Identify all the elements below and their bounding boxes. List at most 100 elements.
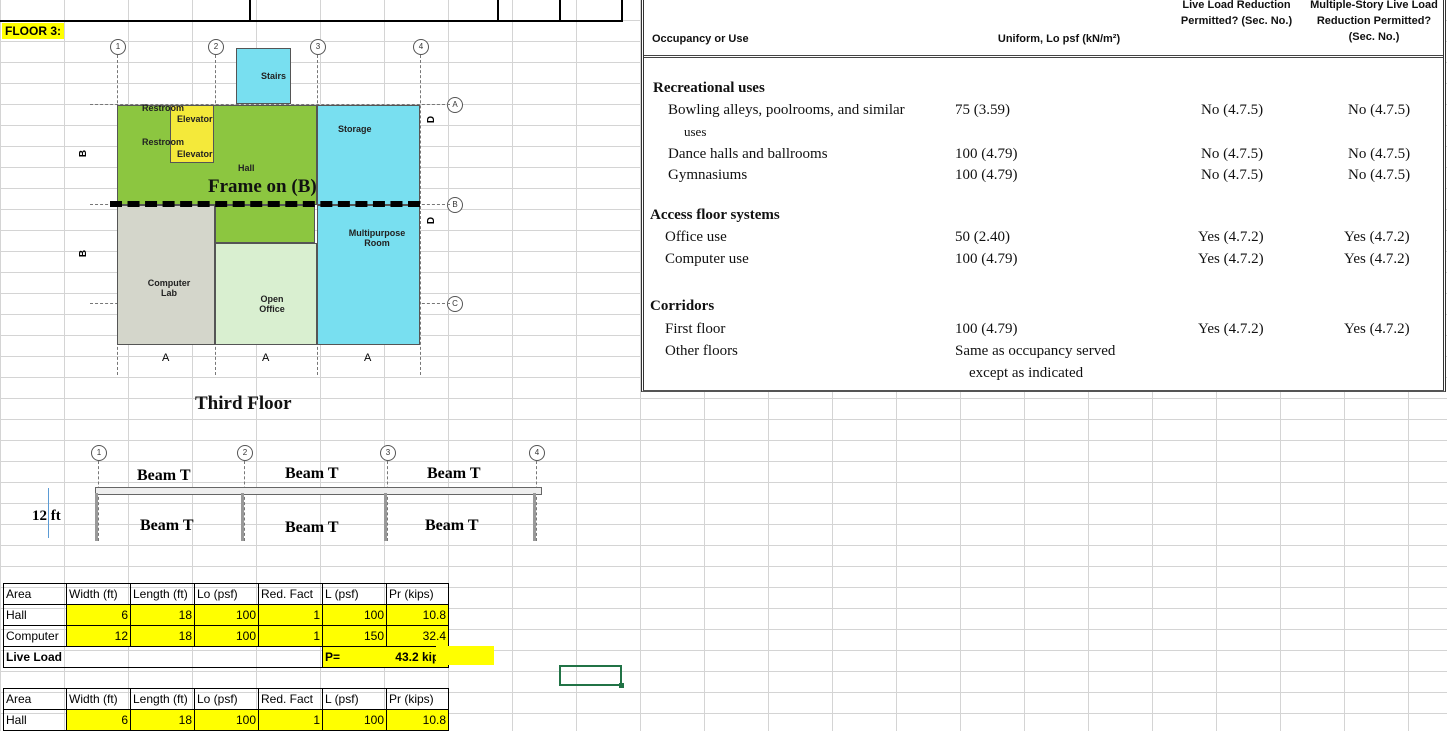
table-header-cell[interactable]: Width (ft) [66,583,131,605]
ref-row-multistory: No (4.7.5) [1348,167,1411,183]
live-load-table-2: Area Width (ft) Length (ft) Lo (psf) Red… [3,688,449,731]
table-header-cell[interactable]: Lo (psf) [194,688,259,710]
ref-row-reduction: Yes (4.7.2) [1198,251,1264,267]
table-cell[interactable]: 100 [322,709,387,731]
fill-handle[interactable] [619,683,624,688]
hall-corridor [215,205,315,243]
table-header-cell[interactable]: Length (ft) [130,583,195,605]
ref-row-load: 100 (4.79) [955,167,1018,183]
ref-row-use: Bowling alleys, poolrooms, and similar [668,102,905,118]
ref-row-multistory: Yes (4.7.2) [1344,251,1410,267]
beam-label: Beam T [285,519,339,536]
table-cell[interactable]: Hall [3,604,67,626]
table-cell[interactable]: 1 [258,625,323,647]
table-header-cell[interactable]: Width (ft) [66,688,131,710]
table-header-cell[interactable]: L (psf) [322,583,387,605]
table-cell[interactable]: Computer [3,625,67,647]
table-cell[interactable]: 32.4 [386,625,449,647]
ref-row-use: Other floors [665,343,738,359]
restroom-label: Restroom [142,137,185,147]
table-cell[interactable]: 10.8 [386,604,449,626]
floor-slab [95,487,542,495]
table-cell[interactable]: 150 [322,625,387,647]
table-header-row: Area Width (ft) Length (ft) Lo (psf) Red… [3,688,449,710]
table-header-cell[interactable]: Length (ft) [130,688,195,710]
table-cell[interactable]: 6 [66,604,131,626]
dim-label: D [426,115,438,124]
header-occupancy: Occupancy or Use [652,33,749,45]
table-header-cell[interactable]: Area [3,688,67,710]
empty-cell[interactable] [194,646,259,668]
grid-bubble: 3 [380,445,396,461]
ref-row-use: Dance halls and ballrooms [668,146,828,162]
selected-cell[interactable] [559,665,622,686]
table-cell[interactable]: 100 [194,625,259,647]
table-cell[interactable]: 18 [130,709,195,731]
grid-bubble: 4 [529,445,545,461]
table-header-cell[interactable]: Pr (kips) [386,583,449,605]
cell-border [249,0,251,20]
table-header-cell[interactable]: Red. Fact [258,583,323,605]
ref-row-use: Recreational uses [653,80,765,96]
header-multistory: Multiple-Story Live Load Reduction Permi… [1310,0,1438,43]
ref-row-use: Office use [665,229,727,245]
table-cell[interactable]: 1 [258,709,323,731]
empty-cell[interactable] [258,646,323,668]
cell-border [559,0,561,20]
floor-plan-drawing: 1 2 3 4 A B C Stairs Hall Elevator Eleva… [60,30,480,380]
beam-label: Beam T [137,467,191,484]
table-header-cell[interactable]: Area [3,583,67,605]
ref-row-multistory: No (4.7.5) [1348,102,1411,118]
table-cell[interactable]: 18 [130,625,195,647]
ref-row-load: except as indicated [969,365,1084,381]
total-label-cell[interactable]: Live Load [3,646,67,668]
ref-row-load: 50 (2.40) [955,229,1010,245]
header-uniform: Uniform, Lo psf (kN/m²) [997,33,1121,45]
ref-row-use: Computer use [665,251,749,267]
table-cell[interactable]: 18 [130,604,195,626]
table-cell[interactable]: 10.8 [386,709,449,731]
beam-label: Beam T [140,517,194,534]
computer-lab-room: Computer Lab [117,205,215,345]
ref-table-header: Occupancy or Use Uniform, Lo psf (kN/m²)… [644,0,1443,58]
section-elevation-drawing: 1 2 3 4 Beam T Beam T Beam T Beam T Beam… [40,445,560,545]
grid-bubble: 4 [413,39,429,55]
ref-row-reduction: No (4.7.5) [1201,146,1264,162]
table-header-cell[interactable]: L (psf) [322,688,387,710]
ref-row-use: uses [684,124,707,139]
table-header-cell[interactable]: Lo (psf) [194,583,259,605]
ref-row-reduction: No (4.7.5) [1201,102,1264,118]
ref-row-load: 100 (4.79) [955,321,1018,337]
table-total-row: Live Load P= 43.2 kips [3,646,449,668]
empty-cell[interactable] [66,646,131,668]
header-reduction: Live Load Reduction Permitted? (Sec. No.… [1180,0,1293,27]
table-cell[interactable]: 100 [194,604,259,626]
beam-label: Beam T [427,465,481,482]
table-header-cell[interactable]: Red. Fact [258,688,323,710]
dim-label: A [364,352,372,364]
table-cell[interactable]: 100 [194,709,259,731]
frame-line [110,201,420,207]
p-label-cell[interactable]: P= [322,646,387,668]
table-cell[interactable]: 6 [66,709,131,731]
ref-row-load: 100 (4.79) [955,251,1018,267]
beam-label: Beam T [425,517,479,534]
table-header-cell[interactable]: Pr (kips) [386,688,449,710]
restroom-label: Restroom [142,103,185,113]
floor-label[interactable]: FLOOR 3: [2,23,64,39]
ref-row-load: Same as occupancy served [955,343,1116,359]
table-cell[interactable]: 1 [258,604,323,626]
table-cell[interactable]: 100 [322,604,387,626]
table-cell[interactable]: 12 [66,625,131,647]
grid-bubble: 1 [110,39,126,55]
header-cells [0,0,623,22]
dim-label: A [262,352,270,364]
dim-label: B [78,149,90,158]
grid-bubble: 3 [310,39,326,55]
table-cell[interactable]: Hall [3,709,67,731]
table-row: Computer 12 18 100 1 150 32.4 [3,625,449,647]
empty-cell[interactable] [130,646,195,668]
table-row: Hall 6 18 100 1 100 10.8 [3,604,449,626]
grid-bubble: 2 [237,445,253,461]
ref-row-reduction: Yes (4.7.2) [1198,321,1264,337]
